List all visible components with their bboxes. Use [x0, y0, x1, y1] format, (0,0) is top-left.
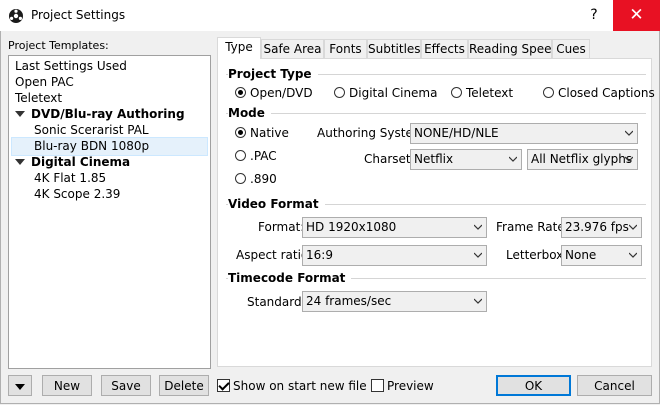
- format-value: HD 1920x1080: [306, 220, 397, 234]
- radio-native-label: Native: [250, 126, 289, 140]
- template-group-label: DVD/Blu-ray Authoring: [31, 107, 185, 121]
- tab-reading-speed[interactable]: Reading Speed: [468, 39, 559, 58]
- chevron-down-icon: [15, 384, 25, 390]
- charset-select[interactable]: Netflix: [410, 149, 522, 170]
- radio-pac-label: .PAC: [250, 149, 277, 163]
- radio-890-label: .890: [250, 172, 277, 186]
- app-icon: [9, 9, 23, 23]
- collapse-triangle-icon[interactable]: [15, 111, 25, 117]
- format-select[interactable]: HD 1920x1080: [302, 217, 487, 238]
- preview-label: Preview: [387, 379, 434, 393]
- template-item-open-pac[interactable]: Open PAC: [15, 75, 74, 90]
- charset-value: Netflix: [414, 152, 454, 166]
- timecode-format-heading: Timecode Format: [228, 271, 352, 285]
- radio-closed-captions[interactable]: [543, 87, 554, 98]
- radio-open-dvd-label: Open/DVD: [250, 86, 313, 100]
- divider: [226, 113, 646, 114]
- template-item-teletext[interactable]: Teletext: [15, 91, 62, 106]
- chevron-down-icon: [629, 224, 637, 230]
- tab-effects[interactable]: Effects: [421, 39, 468, 58]
- chevron-down-icon: [474, 298, 482, 304]
- format-label: Format:: [258, 220, 305, 234]
- preview-checkbox[interactable]: [371, 379, 384, 392]
- template-item-bluray-bdn[interactable]: Blu-ray BDN 1080p: [11, 137, 208, 156]
- glyphs-select[interactable]: All Netflix glyphs: [527, 149, 638, 170]
- menu-dropdown-button[interactable]: [8, 375, 32, 396]
- frame-rate-select[interactable]: 23.976 fps: [561, 217, 642, 238]
- template-group-label: Digital Cinema: [31, 155, 131, 169]
- template-group-dvd-bluray[interactable]: DVD/Blu-ray Authoring: [11, 107, 185, 122]
- standard-label: Standard:: [247, 295, 306, 309]
- template-group-digital-cinema[interactable]: Digital Cinema: [11, 155, 130, 170]
- glyphs-value: All Netflix glyphs: [531, 152, 633, 166]
- template-item-4k-flat[interactable]: 4K Flat 1.85: [34, 171, 106, 186]
- save-button[interactable]: Save: [101, 375, 151, 396]
- template-item-label: Blu-ray BDN 1080p: [34, 139, 150, 153]
- letterbox-select[interactable]: None: [561, 245, 642, 266]
- chevron-down-icon: [474, 252, 482, 258]
- tab-cues[interactable]: Cues: [552, 39, 590, 58]
- tab-subtitles[interactable]: Subtitles: [367, 39, 421, 58]
- mode-heading: Mode: [228, 106, 271, 120]
- radio-open-dvd[interactable]: [235, 87, 246, 98]
- collapse-triangle-icon[interactable]: [15, 159, 25, 165]
- title-bar: Project Settings ? ✕: [0, 0, 660, 31]
- aspect-ratio-select[interactable]: 16:9: [302, 245, 487, 266]
- templates-list[interactable]: Last Settings Used Open PAC Teletext DVD…: [8, 55, 211, 369]
- help-button[interactable]: ?: [576, 0, 612, 31]
- standard-value: 24 frames/sec: [306, 294, 392, 308]
- radio-native[interactable]: [235, 127, 246, 138]
- radio-pac[interactable]: [235, 150, 246, 161]
- chevron-down-icon: [509, 156, 517, 162]
- tab-fonts[interactable]: Fonts: [324, 39, 367, 58]
- radio-closed-captions-label: Closed Captions: [558, 86, 655, 100]
- video-format-heading: Video Format: [228, 197, 325, 211]
- ok-button[interactable]: OK: [496, 375, 571, 396]
- project-type-heading: Project Type: [228, 67, 318, 81]
- radio-teletext[interactable]: [451, 87, 462, 98]
- authoring-system-value: NONE/HD/NLE: [414, 126, 499, 140]
- frame-rate-value: 23.976 fps: [565, 220, 629, 234]
- letterbox-label: Letterbox:: [506, 248, 568, 262]
- templates-label: Project Templates:: [8, 39, 109, 52]
- template-item-4k-scope[interactable]: 4K Scope 2.39: [34, 187, 120, 202]
- type-tab-panel: Project Type Open/DVD Digital Cinema Tel…: [217, 58, 655, 367]
- radio-digital-cinema-label: Digital Cinema: [349, 86, 438, 100]
- aspect-ratio-label: Aspect ratio:: [236, 248, 313, 262]
- standard-select[interactable]: 24 frames/sec: [302, 291, 487, 312]
- window-title: Project Settings: [31, 8, 126, 22]
- new-button[interactable]: New: [42, 375, 92, 396]
- radio-teletext-label: Teletext: [466, 86, 514, 100]
- chevron-down-icon: [625, 130, 633, 136]
- cancel-button[interactable]: Cancel: [577, 375, 652, 396]
- charset-label: Charset:: [364, 152, 415, 166]
- chevron-down-icon: [629, 252, 637, 258]
- radio-890[interactable]: [235, 173, 246, 184]
- letterbox-value: None: [565, 248, 597, 262]
- frame-rate-label: Frame Rate:: [496, 220, 569, 234]
- tab-safe-area[interactable]: Safe Area: [261, 39, 324, 58]
- authoring-system-select[interactable]: NONE/HD/NLE: [410, 123, 638, 144]
- radio-digital-cinema[interactable]: [334, 87, 345, 98]
- chevron-down-icon: [625, 156, 633, 162]
- close-button[interactable]: ✕: [613, 0, 660, 31]
- delete-button[interactable]: Delete: [159, 375, 209, 396]
- tab-type[interactable]: Type: [217, 37, 261, 59]
- show-on-start-label: Show on start new file: [233, 379, 367, 393]
- aspect-ratio-value: 16:9: [306, 248, 333, 262]
- show-on-start-checkbox[interactable]: [217, 379, 230, 392]
- template-item-last-settings[interactable]: Last Settings Used: [15, 59, 127, 74]
- template-item-sonic-scerarist[interactable]: Sonic Scerarist PAL: [34, 123, 149, 138]
- chevron-down-icon: [474, 224, 482, 230]
